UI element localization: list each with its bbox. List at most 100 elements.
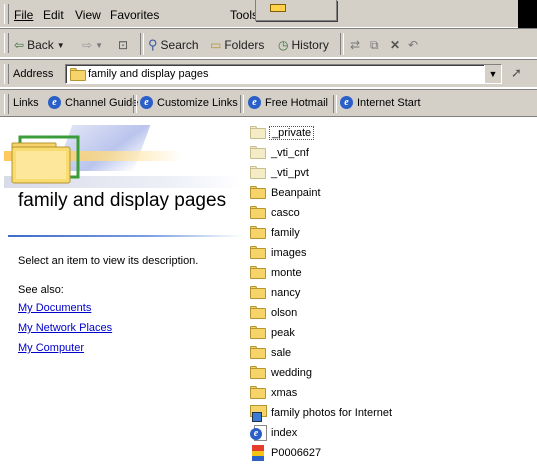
internet-explorer-icon: e bbox=[248, 96, 261, 109]
panel-title: family and display pages bbox=[18, 190, 227, 211]
move-to-icon: ⇄ bbox=[350, 38, 361, 52]
folders-button[interactable]: ▭ Folders bbox=[210, 35, 264, 55]
address-input[interactable]: family and display pages ▼ bbox=[65, 64, 502, 84]
undo-button[interactable]: ↶ bbox=[408, 35, 418, 55]
file-item-private[interactable]: _private bbox=[250, 123, 315, 142]
go-arrow-icon[interactable]: ➚ bbox=[511, 65, 522, 81]
file-item-xmas[interactable]: xmas bbox=[250, 383, 297, 402]
folder-plain-icon bbox=[250, 166, 267, 179]
file-name: P0006627 bbox=[271, 446, 322, 459]
folder-view: family and display pages Select an item … bbox=[0, 117, 537, 471]
back-arrow-icon: ⇦ bbox=[14, 38, 25, 52]
file-name: _vti_cnf bbox=[271, 146, 309, 159]
folders-label: Folders bbox=[224, 38, 265, 52]
folder-icon bbox=[250, 266, 267, 279]
link-internet-start[interactable]: e Internet Start bbox=[340, 96, 421, 109]
menu-favorites[interactable]: Favorites bbox=[110, 8, 159, 22]
toolbar-separator bbox=[140, 33, 144, 55]
photo-folder-icon bbox=[250, 404, 267, 422]
file-name: wedding bbox=[271, 366, 312, 379]
menu-bar-grip[interactable] bbox=[4, 4, 9, 24]
back-dropdown-icon[interactable]: ▼ bbox=[57, 41, 65, 50]
internet-explorer-icon: e bbox=[340, 96, 353, 109]
back-button[interactable]: ⇦ Back ▼ bbox=[14, 35, 65, 55]
forward-arrow-icon: ⇨ bbox=[82, 38, 93, 52]
history-button[interactable]: ◷ History bbox=[278, 35, 329, 55]
file-item-family[interactable]: family bbox=[250, 223, 300, 242]
file-item-casco[interactable]: casco bbox=[250, 203, 300, 222]
file-item-peak[interactable]: peak bbox=[250, 323, 295, 342]
menu-file[interactable]: File bbox=[14, 8, 33, 22]
folder-plain-icon bbox=[250, 146, 267, 159]
copy-to-icon: ⧉ bbox=[370, 37, 379, 52]
copy-to-button[interactable]: ⧉ bbox=[370, 35, 379, 55]
delete-icon: ✕ bbox=[390, 38, 401, 52]
menu-bar: File Edit View Favorites Tools bbox=[0, 0, 537, 28]
link-my-network-places[interactable]: My Network Places bbox=[18, 322, 112, 334]
address-dropdown-button[interactable]: ▼ bbox=[484, 65, 501, 83]
menu-view[interactable]: View bbox=[75, 8, 101, 22]
windows-throbber bbox=[518, 0, 537, 28]
file-item-family-photos[interactable]: family photos for Internet bbox=[250, 403, 392, 422]
link-free-hotmail[interactable]: e Free Hotmail bbox=[248, 96, 328, 109]
file-name: casco bbox=[271, 206, 300, 219]
link-label: Free Hotmail bbox=[265, 96, 328, 109]
toolbar-grip[interactable] bbox=[4, 33, 9, 53]
links-bar-grip[interactable] bbox=[4, 94, 9, 114]
move-to-button[interactable]: ⇄ bbox=[350, 35, 360, 55]
link-customize-links[interactable]: e Customize Links bbox=[140, 96, 238, 109]
file-item-wedding[interactable]: wedding bbox=[250, 363, 312, 382]
file-item-p0006627[interactable]: P0006627 bbox=[250, 443, 321, 462]
folder-icon bbox=[250, 306, 267, 319]
address-label: Address bbox=[13, 68, 54, 80]
file-item-monte[interactable]: monte bbox=[250, 263, 302, 282]
file-item-beanpaint[interactable]: Beanpaint bbox=[250, 183, 321, 202]
internet-explorer-icon: e bbox=[140, 96, 153, 109]
file-item-images[interactable]: images bbox=[250, 243, 306, 262]
link-channel-guide[interactable]: e Channel Guide bbox=[48, 96, 138, 109]
file-item-nancy[interactable]: nancy bbox=[250, 283, 300, 302]
address-bar-grip[interactable] bbox=[4, 64, 9, 84]
links-bar: Links e Channel Guide e Customize Links … bbox=[0, 89, 537, 117]
folder-icon bbox=[250, 226, 267, 239]
folder-icon bbox=[250, 366, 267, 379]
file-item-vti-pvt[interactable]: _vti_pvt bbox=[250, 163, 309, 182]
menu-edit[interactable]: Edit bbox=[43, 8, 64, 22]
search-label: Search bbox=[160, 38, 199, 52]
large-folder-icon bbox=[11, 135, 80, 184]
links-label: Links bbox=[13, 97, 39, 109]
see-also-label: See also: bbox=[18, 284, 64, 296]
link-my-documents[interactable]: My Documents bbox=[18, 302, 91, 314]
undo-icon: ↶ bbox=[408, 38, 419, 52]
folder-icon bbox=[250, 346, 267, 359]
menu-tools[interactable]: Tools bbox=[230, 8, 258, 22]
file-name: sale bbox=[271, 346, 292, 359]
address-bar: Address family and display pages ▼ ➚ bbox=[0, 59, 537, 88]
file-name: nancy bbox=[271, 286, 301, 299]
file-item-index[interactable]: e index bbox=[250, 423, 297, 442]
folder-icon bbox=[70, 68, 87, 81]
history-label: History bbox=[291, 38, 329, 52]
search-button[interactable]: ⚲ Search bbox=[148, 35, 199, 55]
address-value: family and display pages bbox=[88, 68, 209, 80]
file-item-vti-cnf[interactable]: _vti_cnf bbox=[250, 143, 309, 162]
internet-explorer-icon: e bbox=[48, 96, 61, 109]
file-name: Beanpaint bbox=[271, 186, 321, 199]
panel-description: Select an item to view its description. bbox=[18, 255, 199, 267]
html-file-icon: e bbox=[250, 425, 267, 441]
link-label: Customize Links bbox=[157, 96, 238, 109]
forward-button[interactable]: ⇨ ▼ bbox=[82, 35, 103, 55]
forward-dropdown-icon[interactable]: ▼ bbox=[95, 41, 103, 50]
delete-button[interactable]: ✕ bbox=[390, 35, 400, 55]
folders-icon: ▭ bbox=[210, 38, 222, 52]
menu-popup bbox=[255, 0, 337, 21]
file-item-sale[interactable]: sale bbox=[250, 343, 291, 362]
link-my-computer[interactable]: My Computer bbox=[18, 342, 84, 354]
links-separator bbox=[133, 95, 137, 113]
link-label: Internet Start bbox=[357, 96, 421, 109]
folder-icon bbox=[250, 206, 267, 219]
file-name: family photos for Internet bbox=[271, 406, 393, 419]
up-folder-button[interactable]: ⊡ bbox=[118, 35, 128, 55]
web-view-panel: family and display pages Select an item … bbox=[4, 121, 242, 471]
file-item-olson[interactable]: olson bbox=[250, 303, 297, 322]
